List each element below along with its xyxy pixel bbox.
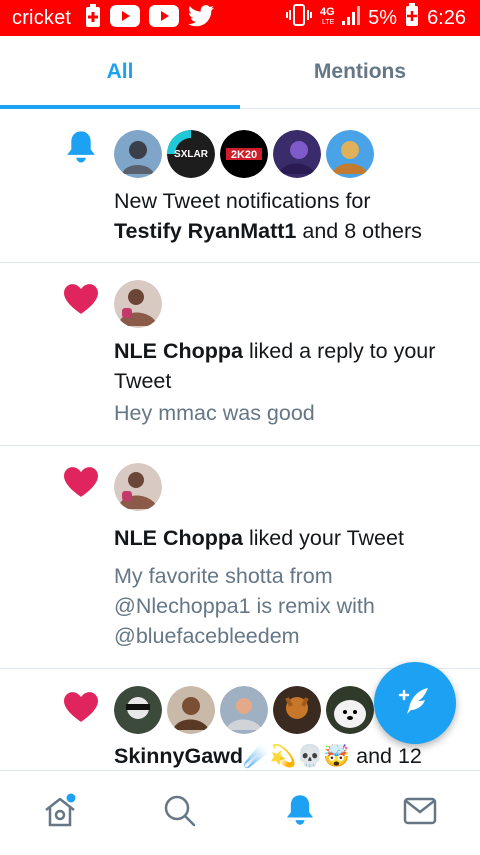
active-tab-indicator — [0, 105, 240, 109]
battery-percent: 5% — [368, 6, 398, 29]
notification-action: and 12 — [356, 744, 422, 768]
bottom-navigation — [0, 770, 480, 855]
search-icon — [163, 794, 197, 833]
clock: 6:26 — [427, 6, 466, 29]
twitter-bird-icon — [188, 4, 215, 32]
heart-icon — [64, 284, 98, 319]
youtube-icon — [110, 4, 141, 32]
nav-search[interactable] — [120, 771, 240, 855]
avatar-group — [114, 686, 374, 734]
avatar[interactable] — [273, 686, 321, 734]
signal-icon: 4G LTE — [320, 3, 361, 33]
avatar[interactable] — [167, 686, 215, 734]
svg-text:4G: 4G — [320, 6, 335, 18]
avatar[interactable] — [220, 686, 268, 734]
notification-text: SkinnyGawd☄️💫💀🤯 and 12 — [114, 741, 456, 770]
avatar[interactable] — [273, 130, 321, 178]
tab-mentions[interactable]: Mentions — [240, 36, 480, 108]
compose-tweet-icon — [396, 682, 434, 725]
heart-icon — [64, 692, 98, 727]
avatar[interactable] — [114, 686, 162, 734]
avatar-group: SXLAR 2K20 — [114, 130, 374, 178]
tab-all[interactable]: All — [0, 36, 240, 108]
notification-tabs: All Mentions — [0, 36, 480, 109]
compose-tweet-button[interactable] — [374, 662, 456, 744]
status-app-icons — [85, 3, 215, 33]
battery-charging-icon — [405, 3, 419, 33]
vibrate-icon — [286, 3, 313, 33]
notification-text: NLE Choppa liked a reply to your Tweet — [114, 336, 456, 396]
avatar[interactable] — [114, 280, 162, 328]
user-name[interactable]: NLE Choppa — [114, 339, 243, 363]
notification-text: NLE Choppa liked your Tweet — [114, 523, 456, 553]
nav-home[interactable] — [0, 771, 120, 855]
avatar[interactable]: 2K20 — [220, 130, 268, 178]
battery-saver-icon — [85, 3, 101, 33]
nav-messages[interactable] — [360, 771, 480, 855]
svg-text:SXLAR: SXLAR — [174, 149, 209, 160]
tweet-preview[interactable]: Hey mmac was good — [114, 398, 456, 428]
notification-action: liked your Tweet — [248, 526, 404, 550]
avatar-group — [114, 463, 162, 511]
user-name[interactable]: NLE Choppa — [114, 526, 243, 550]
avatar[interactable] — [114, 463, 162, 511]
notification-text: New Tweet notifications for Testify Ryan… — [114, 186, 456, 246]
youtube-icon — [149, 4, 180, 32]
status-right: 4G LTE 5% 6:26 — [286, 0, 466, 36]
avatar-group — [114, 280, 162, 328]
svg-text:2K20: 2K20 — [231, 149, 257, 161]
avatar[interactable]: SXLAR — [167, 130, 215, 178]
nav-notifications[interactable] — [240, 771, 360, 855]
svg-text:LTE: LTE — [322, 19, 335, 26]
avatar[interactable] — [114, 130, 162, 178]
status-bar: cricket 4G LTE 5% 6:26 — [0, 0, 480, 36]
tweet-preview[interactable]: My favorite shotta from @Nlechoppa1 is r… — [114, 561, 440, 651]
home-icon — [42, 793, 78, 834]
bell-icon — [64, 130, 98, 171]
messages-mail-icon — [403, 796, 437, 831]
avatar[interactable] — [326, 130, 374, 178]
list-item[interactable]: NLE Choppa liked a reply to your Tweet H… — [0, 262, 480, 446]
avatar[interactable] — [326, 686, 374, 734]
notification-prefix: New Tweet notifications for — [114, 189, 371, 213]
list-item[interactable]: SXLAR 2K20 New Tweet notifications for T… — [0, 112, 480, 263]
notifications-bell-icon — [284, 794, 316, 833]
carrier-name: cricket — [12, 6, 72, 29]
user-names[interactable]: Testify RyanMatt1 — [114, 219, 296, 243]
user-name[interactable]: SkinnyGawd☄️💫💀🤯 — [114, 744, 350, 768]
notification-suffix: and 8 others — [302, 219, 422, 243]
heart-icon — [64, 467, 98, 502]
list-item[interactable]: NLE Choppa liked your Tweet My favorite … — [0, 445, 480, 669]
